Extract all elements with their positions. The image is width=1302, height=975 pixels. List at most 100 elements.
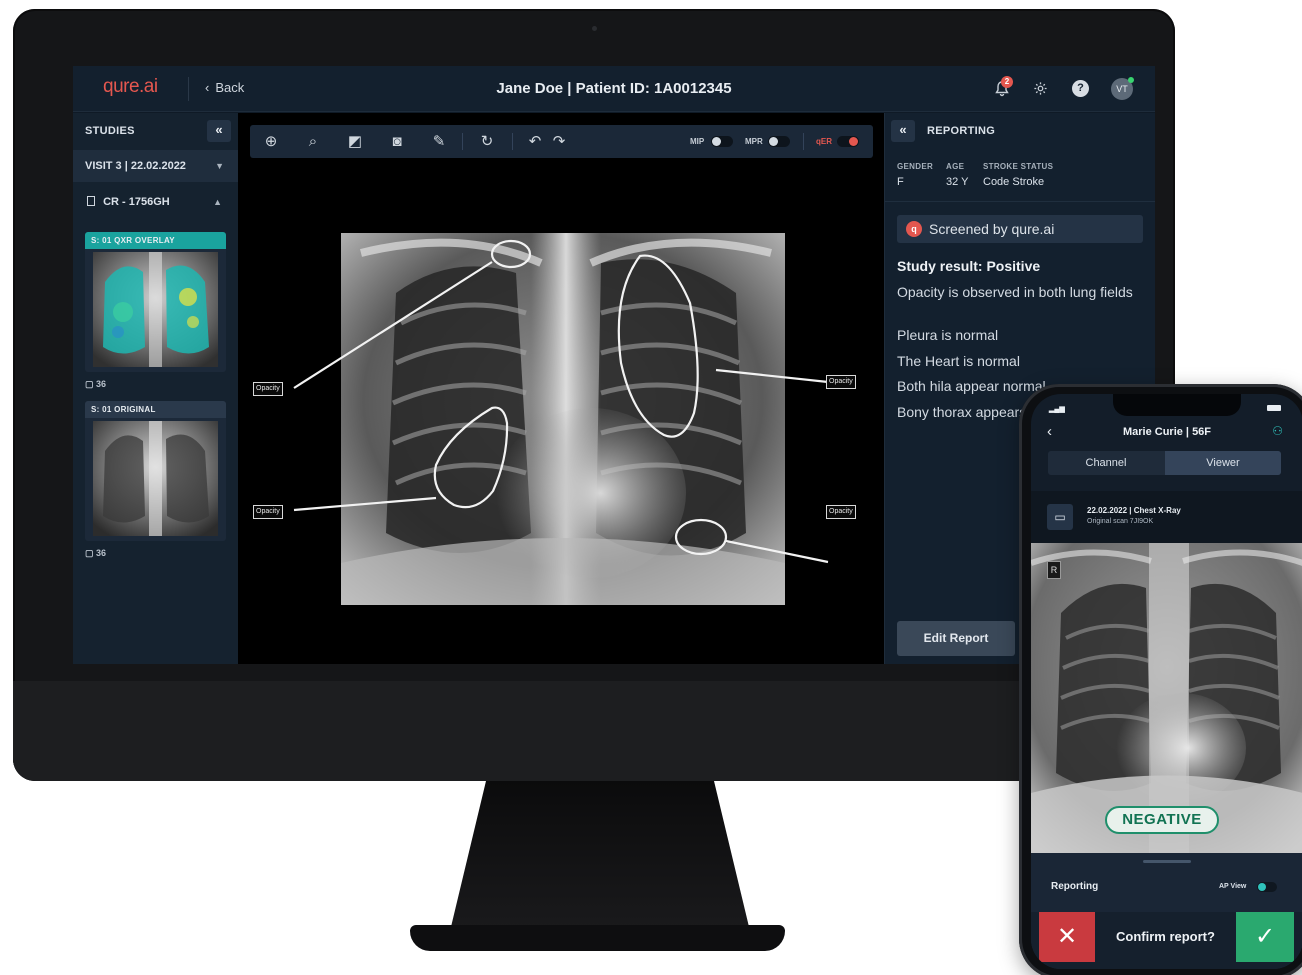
opacity-annotation-label[interactable]: Opacity bbox=[826, 505, 856, 519]
thumbnail-overlay[interactable]: S: 01 QXR OVERLAY bbox=[85, 232, 226, 372]
opacity-annotation-label[interactable]: Opacity bbox=[826, 375, 856, 389]
avatar-initials: VT bbox=[1116, 84, 1128, 94]
stroke-status-label: STROKE STATUS bbox=[983, 162, 1054, 171]
signal-icon: ▂▄▆ bbox=[1049, 406, 1065, 413]
studies-panel: STUDIES « VISIT 3 | 22.02.2022 ▼ CR - 17… bbox=[73, 113, 238, 664]
confirm-report-prompt: Confirm report? bbox=[1116, 929, 1215, 944]
series-label: CR - 1756GH bbox=[103, 196, 170, 208]
document-icon bbox=[87, 196, 95, 206]
ap-view-label: AP View bbox=[1219, 883, 1247, 890]
help-icon[interactable]: ? bbox=[1072, 80, 1089, 97]
toolbar-divider bbox=[803, 133, 804, 150]
age-value: 32 Y bbox=[946, 176, 969, 188]
top-bar: qure.ai ‹ Back Jane Doe | Patient ID: 1A… bbox=[73, 66, 1155, 112]
scan-info-bar: ▭ 22.02.2022 | Chest X-Ray Original scan… bbox=[1031, 491, 1302, 543]
folder-icon[interactable]: ▭ bbox=[1047, 504, 1073, 530]
age-label: AGE bbox=[946, 162, 965, 171]
user-share-icon[interactable]: ⚇ bbox=[1272, 424, 1283, 438]
zoom-in-icon[interactable]: ⊕ bbox=[262, 133, 280, 151]
monitor-stand-base bbox=[410, 925, 785, 951]
thumbnail-label: S: 01 QXR OVERLAY bbox=[85, 232, 226, 249]
scan-subtitle: Original scan 7JI9OK bbox=[1087, 518, 1154, 525]
visit-selector[interactable]: VISIT 3 | 22.02.2022 ▼ bbox=[73, 150, 238, 182]
tab-channel[interactable]: Channel bbox=[1048, 451, 1164, 475]
mobile-xray-image[interactable]: R NEGATIVE bbox=[1031, 543, 1302, 853]
toggle-knob bbox=[849, 137, 858, 146]
toggle-knob bbox=[712, 137, 721, 146]
mobile-phone: ▂▄▆ ‹ Marie Curie | 56F ⚇ Channel Viewer… bbox=[1019, 384, 1302, 975]
opacity-annotation-label[interactable]: Opacity bbox=[253, 505, 283, 519]
online-status-dot bbox=[1128, 77, 1134, 83]
reject-report-button[interactable]: ✕ bbox=[1039, 912, 1095, 962]
screened-text: Screened by qure.ai bbox=[929, 221, 1055, 237]
finding-item: The Heart is normal bbox=[897, 353, 1020, 369]
invert-icon[interactable]: ◙ bbox=[388, 133, 406, 151]
thumbnail-original[interactable]: S: 01 ORIGINAL bbox=[85, 401, 226, 541]
rotate-icon[interactable]: ↻ bbox=[478, 133, 496, 151]
mpr-label: MPR bbox=[745, 137, 763, 146]
chest-xray-image bbox=[341, 233, 785, 605]
original-xray-image bbox=[93, 421, 218, 536]
opacity-annotation-label[interactable]: Opacity bbox=[253, 382, 283, 396]
finding-item: Opacity is observed in both lung fields bbox=[897, 284, 1133, 300]
edit-report-button[interactable]: Edit Report bbox=[897, 621, 1015, 656]
marketing-scene: qure.ai ‹ Back Jane Doe | Patient ID: 1A… bbox=[0, 0, 1302, 975]
mip-toggle[interactable] bbox=[711, 136, 733, 147]
stack-icon: ▢ bbox=[85, 548, 97, 558]
tab-viewer[interactable]: Viewer bbox=[1165, 451, 1281, 475]
stack-icon: ▢ bbox=[85, 379, 97, 389]
mobile-reporting-label: Reporting bbox=[1051, 881, 1099, 892]
screened-by-banner: q Screened by qure.ai bbox=[897, 215, 1143, 243]
notification-badge: 2 bbox=[1001, 76, 1013, 88]
gear-icon bbox=[1033, 82, 1047, 95]
chevron-up-icon: ▲ bbox=[213, 197, 222, 207]
accept-report-button[interactable]: ✓ bbox=[1236, 912, 1294, 962]
image-count: ▢ 36 bbox=[85, 548, 107, 558]
mobile-tabs: Channel Viewer bbox=[1048, 451, 1281, 475]
reporting-heading: REPORTING bbox=[927, 125, 996, 137]
reporting-sheet: Reporting AP View ✕ Confirm report? ✓ bbox=[1031, 853, 1302, 969]
mobile-app: ▂▄▆ ‹ Marie Curie | 56F ⚇ Channel Viewer… bbox=[1031, 394, 1302, 969]
stroke-status-value: Code Stroke bbox=[983, 176, 1045, 188]
sheet-drag-handle[interactable] bbox=[1143, 860, 1191, 863]
confirm-report-bar: ✕ Confirm report? ✓ bbox=[1031, 912, 1302, 969]
scan-title: 22.02.2022 | Chest X-Ray bbox=[1087, 506, 1181, 515]
toolbar-divider bbox=[462, 133, 463, 150]
undo-icon[interactable]: ↶ bbox=[526, 133, 544, 151]
magnifier-icon[interactable]: ⌕ bbox=[304, 133, 322, 151]
qer-label: qER bbox=[816, 137, 832, 146]
studies-heading: STUDIES bbox=[85, 125, 135, 137]
divider bbox=[885, 201, 1155, 202]
mobile-patient-title: Marie Curie | 56F bbox=[1122, 426, 1212, 438]
gender-label: GENDER bbox=[897, 162, 934, 171]
visit-label: VISIT 3 | 22.02.2022 bbox=[85, 160, 186, 172]
series-selector[interactable]: CR - 1756GH ▲ bbox=[73, 187, 238, 217]
collapse-studies-button[interactable]: « bbox=[207, 120, 231, 142]
study-result-title: Study result: Positive bbox=[897, 258, 1041, 274]
overlay-xray-image bbox=[93, 252, 218, 367]
redo-icon[interactable]: ↷ bbox=[550, 133, 568, 151]
mip-label: MIP bbox=[690, 137, 705, 146]
finding-item: Pleura is normal bbox=[897, 327, 999, 343]
toggle-knob bbox=[769, 137, 778, 146]
avatar[interactable]: VT bbox=[1111, 77, 1134, 100]
ap-view-toggle[interactable] bbox=[1257, 882, 1277, 892]
camera-dot bbox=[592, 26, 597, 31]
r-marker-label: R bbox=[1047, 561, 1061, 579]
ruler-icon[interactable]: ✎ bbox=[430, 133, 448, 151]
notifications-button[interactable]: 2 bbox=[991, 76, 1013, 100]
contrast-icon[interactable]: ◩ bbox=[346, 133, 364, 151]
mpr-toggle[interactable] bbox=[768, 136, 790, 147]
qer-toggle[interactable] bbox=[837, 136, 859, 147]
settings-button[interactable] bbox=[1029, 78, 1051, 100]
monitor-stand bbox=[450, 781, 750, 931]
image-viewer[interactable]: ⊕ ⌕ ◩ ◙ ✎ ↻ ↶ ↷ MIP MPR qER Opacity Opac… bbox=[238, 113, 884, 664]
viewer-toolbar: ⊕ ⌕ ◩ ◙ ✎ ↻ ↶ ↷ MIP MPR qER bbox=[250, 125, 873, 158]
collapse-reporting-button[interactable]: « bbox=[891, 120, 915, 142]
phone-notch bbox=[1113, 394, 1241, 416]
battery-icon bbox=[1267, 405, 1281, 411]
toolbar-divider bbox=[512, 133, 513, 150]
qure-logo-icon: q bbox=[906, 221, 922, 237]
thumbnail-label: S: 01 ORIGINAL bbox=[85, 401, 226, 418]
toggle-knob bbox=[1258, 883, 1266, 891]
